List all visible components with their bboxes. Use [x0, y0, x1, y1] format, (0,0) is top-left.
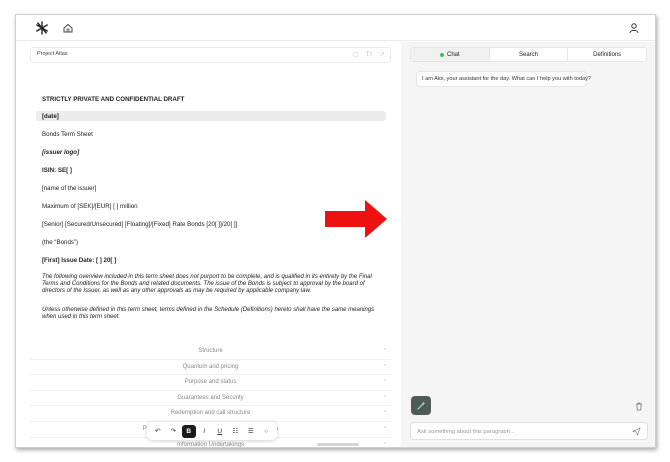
snowflake-logo-icon[interactable]	[35, 21, 49, 35]
chat-input-box	[410, 422, 648, 440]
bullet-list-button[interactable]: ☷	[229, 425, 243, 438]
top-nav-bar	[16, 15, 655, 41]
doc-paragraph: Unless otherwise defined in this term sh…	[42, 307, 375, 321]
document-panel: Project Atlas ▢ Tт ↗ STRICTLY PRIVATE AN…	[16, 42, 400, 448]
doc-line: [issuer logo]	[42, 149, 80, 156]
doc-heading: STRICTLY PRIVATE AND CONFIDENTIAL DRAFT	[42, 96, 185, 103]
section-item[interactable]: Guarantees and Security ⌃	[30, 391, 391, 407]
assistant-message: I am Aloi, your assistant for the day. W…	[416, 71, 591, 87]
home-icon[interactable]	[62, 22, 74, 34]
external-link-icon[interactable]: ↗	[378, 51, 386, 59]
bold-button[interactable]: B	[182, 424, 196, 438]
formatting-toolbar: ↶ ↷ B I U ☷ ☰ ○	[147, 422, 277, 440]
tab-label: Definitions	[593, 51, 622, 58]
doc-line: [Senior] [Secured/Unsecured] [Floating]/…	[42, 221, 238, 228]
active-status-dot	[439, 52, 444, 57]
numbered-list-button[interactable]: ☰	[244, 425, 258, 438]
chevron-up-icon: ⌃	[382, 394, 387, 401]
text-size-icon[interactable]: Tт	[365, 51, 373, 59]
send-icon[interactable]	[632, 427, 641, 436]
chevron-up-icon: ⌃	[382, 379, 387, 386]
document-header-actions: ▢ Tт ↗	[352, 51, 386, 59]
section-item[interactable]: Purpose and status ⌃	[30, 375, 391, 391]
tab-chat[interactable]: Chat	[411, 48, 490, 61]
doc-line: Bonds Term Sheet	[42, 131, 93, 138]
doc-line: [name of the issuer]	[42, 185, 97, 192]
underline-button[interactable]: U	[213, 425, 227, 438]
magic-wand-button[interactable]	[411, 396, 431, 415]
section-label: Structure	[198, 348, 223, 354]
search-button[interactable]: ○	[260, 425, 274, 438]
tab-search[interactable]: Search	[490, 48, 569, 61]
doc-line: (the “Bonds”)	[42, 239, 79, 246]
assistant-panel: Chat Search Definitions I am Aloi, your …	[401, 42, 655, 447]
section-label: Redemption and call structure	[170, 410, 251, 417]
tab-definitions[interactable]: Definitions	[568, 48, 646, 61]
document-header: Project Atlas ▢ Tт ↗	[30, 47, 391, 63]
redo-button[interactable]: ↷	[167, 425, 181, 438]
italic-button[interactable]: I	[198, 425, 212, 438]
doc-date: [date]	[42, 113, 59, 120]
trash-icon[interactable]	[634, 401, 644, 411]
highlighted-paragraph[interactable]	[36, 111, 386, 121]
doc-line: [First] Issue Date: [ ] 20[ ]	[42, 257, 117, 264]
red-arrow-icon	[325, 200, 387, 238]
chat-input[interactable]	[417, 426, 627, 437]
horizontal-scrollbar[interactable]	[317, 443, 359, 446]
chevron-up-icon: ⌃	[382, 363, 387, 370]
chevron-up-icon: ⌃	[382, 441, 387, 448]
chevron-up-icon: ⌃	[382, 348, 387, 354]
assistant-tabs: Chat Search Definitions	[410, 47, 647, 62]
doc-line: ISIN: SE[ ]	[42, 167, 72, 174]
section-item[interactable]: Quantum and pricing ⌃	[30, 360, 391, 376]
undo-button[interactable]: ↶	[151, 425, 165, 438]
tab-label: Chat	[446, 51, 460, 58]
document-title: Project Atlas	[37, 51, 68, 57]
tab-label: Search	[519, 51, 539, 58]
chevron-up-icon: ⌃	[382, 425, 387, 432]
section-item[interactable]: Structure ⌃	[30, 344, 391, 360]
doc-paragraph: The following overview included in this …	[42, 274, 372, 295]
section-label: Quantum and pricing	[182, 363, 239, 370]
user-icon[interactable]	[628, 22, 640, 34]
section-label: Purpose and status	[184, 379, 237, 386]
doc-line: Maximum of [SEK]/[EUR] [ ] million	[42, 203, 138, 210]
section-item[interactable]: Redemption and call structure ⌃	[30, 406, 391, 422]
chevron-up-icon: ⌃	[382, 410, 387, 417]
comment-icon[interactable]: ▢	[352, 51, 360, 59]
magic-wand-icon	[417, 401, 426, 410]
section-label: Guarantees and Security	[177, 394, 244, 401]
